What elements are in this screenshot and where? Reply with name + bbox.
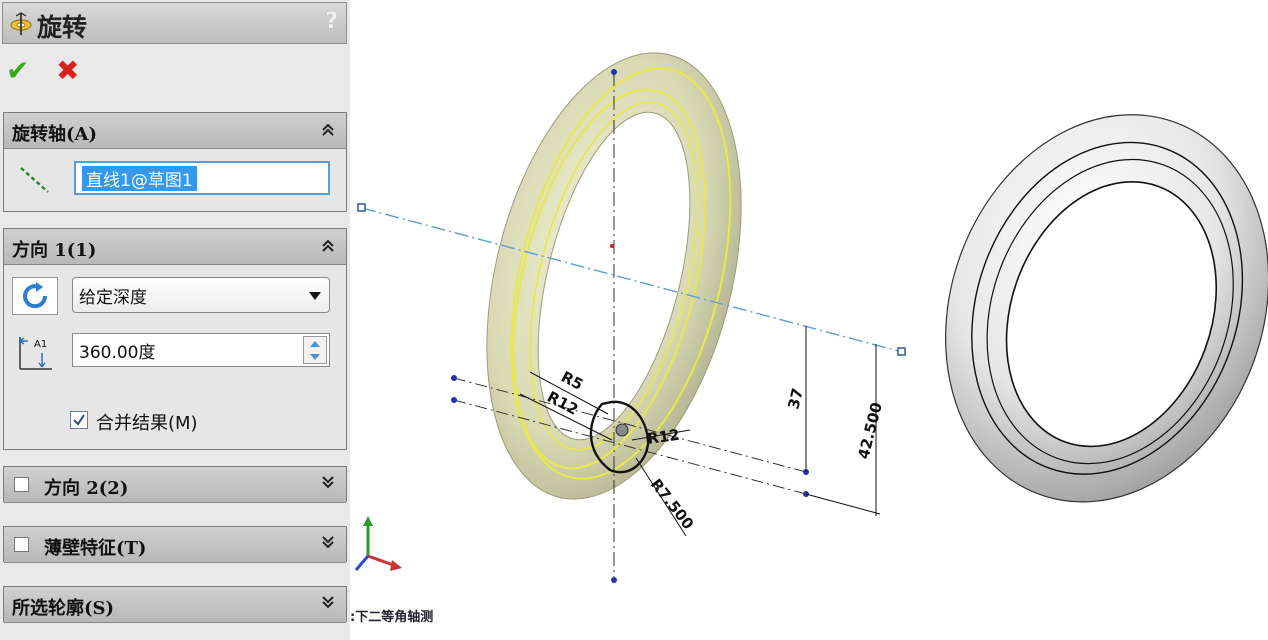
end-condition-value: 给定深度: [79, 287, 147, 308]
origin-marker: [610, 244, 614, 248]
axis-group: 旋转轴(A) 直线1@草图1: [3, 112, 347, 212]
cancel-x-icon[interactable]: ✖: [56, 56, 79, 86]
axis-endpoint-handle[interactable]: [357, 203, 366, 212]
axis-line-icon: [20, 167, 49, 193]
finished-torus-model[interactable]: [893, 69, 1268, 548]
selected-contours-group-title: 所选轮廓(S): [12, 598, 115, 619]
view-orientation-label: :下二等角轴测: [350, 610, 434, 625]
sketch-point: [611, 577, 617, 583]
reverse-direction-icon: [23, 282, 48, 309]
revolve-icon: [10, 12, 32, 35]
dimension-r12[interactable]: R12: [646, 426, 681, 448]
merge-result-checkbox[interactable]: [70, 411, 88, 429]
angle-icon: A1: [19, 337, 52, 370]
feature-title-bar: 旋转 ?: [2, 2, 347, 44]
axis-selection-value: 直线1@草图1: [82, 165, 197, 191]
selected-contours-group-header[interactable]: 所选轮廓(S): [4, 587, 346, 623]
reverse-direction-button[interactable]: [12, 277, 58, 315]
dimension-42500[interactable]: 42.500: [854, 400, 885, 461]
ok-checkmark-icon[interactable]: ✔: [6, 56, 29, 86]
angle-icon-label: A1: [34, 339, 47, 350]
axis-endpoint-handle[interactable]: [897, 347, 906, 356]
spin-down-icon[interactable]: [309, 353, 321, 361]
direction1-group-title: 方向 1(1): [12, 240, 97, 261]
sketch-point: [451, 375, 457, 381]
collapse-chevron-icon[interactable]: [320, 121, 336, 137]
collapse-chevron-icon[interactable]: [320, 237, 336, 253]
angle-value: 360.00度: [79, 342, 156, 363]
direction1-group-header[interactable]: 方向 1(1): [4, 229, 346, 265]
profile-center-point: [615, 423, 629, 437]
spin-up-icon[interactable]: [309, 340, 321, 348]
thin-feature-group: 薄壁特征(T): [3, 526, 347, 563]
thin-feature-group-title: 薄壁特征(T): [44, 538, 147, 559]
property-manager: 旋转 ? ✔ ✖ 旋转轴(A) 直线1@草图1 方向 1(1) 给定深度 A1 …: [0, 0, 350, 640]
end-condition-dropdown[interactable]: 给定深度: [72, 277, 330, 313]
expand-chevron-icon[interactable]: [320, 595, 336, 611]
extension-line: [805, 493, 881, 515]
dimension-r7500[interactable]: R7.500: [647, 475, 698, 533]
coordinate-triad-icon: [354, 516, 402, 571]
sketch-point: [611, 69, 617, 75]
thin-feature-checkbox[interactable]: [14, 537, 29, 552]
dimension-37[interactable]: 37: [784, 386, 807, 411]
direction2-group-header[interactable]: 方向 2(2): [4, 467, 346, 503]
expand-chevron-icon[interactable]: [320, 475, 336, 491]
checkmark-icon: [73, 414, 85, 426]
direction2-checkbox[interactable]: [14, 477, 29, 492]
axis-group-header[interactable]: 旋转轴(A): [4, 113, 346, 149]
feature-title: 旋转: [37, 13, 88, 42]
sketch-point: [451, 397, 457, 403]
thin-feature-group-header[interactable]: 薄壁特征(T): [4, 527, 346, 563]
axis-selection-field[interactable]: 直线1@草图1: [74, 161, 330, 195]
graphics-viewport[interactable]: R5 R12 R12 R7.500 37 42.500: [350, 0, 1268, 640]
merge-result-label: 合并结果(M): [96, 413, 198, 434]
direction1-group: 方向 1(1) 给定深度 A1 360.00度 合并结果(M): [3, 228, 347, 450]
selected-contours-group: 所选轮廓(S): [3, 586, 347, 623]
dropdown-arrow-icon: [309, 292, 321, 300]
angle-input[interactable]: 360.00度: [72, 333, 330, 367]
direction2-group: 方向 2(2): [3, 466, 347, 503]
axis-group-title: 旋转轴(A): [12, 124, 97, 145]
help-button[interactable]: ?: [325, 9, 338, 34]
direction2-group-title: 方向 2(2): [44, 478, 129, 499]
expand-chevron-icon[interactable]: [320, 535, 336, 551]
angle-spinner[interactable]: [303, 336, 327, 364]
